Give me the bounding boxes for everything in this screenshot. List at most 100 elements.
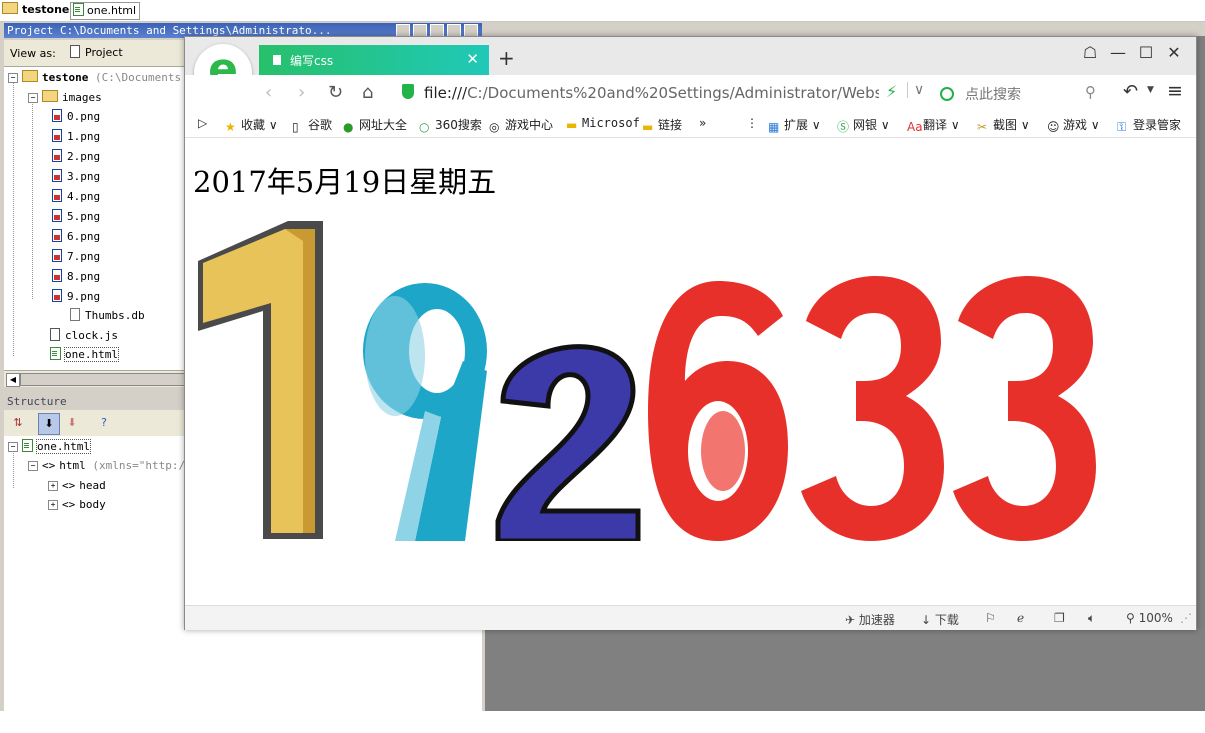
translate-button[interactable]: Aa翻译 ∨ bbox=[907, 116, 960, 134]
screenshot-button[interactable]: ✂ 截图 ∨ bbox=[977, 116, 1030, 134]
search-icon[interactable]: ⚲ bbox=[1085, 83, 1096, 101]
menu-icon[interactable]: ≡ bbox=[1167, 80, 1183, 102]
image-file-icon bbox=[52, 169, 62, 182]
close-tab-icon[interactable]: ✕ bbox=[466, 50, 479, 68]
autoscroll-to-source-icon[interactable]: ⬇ bbox=[38, 413, 60, 435]
tree-file-png[interactable]: 7.png bbox=[52, 248, 100, 266]
tree-file-png[interactable]: 3.png bbox=[52, 168, 100, 186]
accelerator-button[interactable]: ✈ 加速器 bbox=[845, 611, 895, 628]
tree-file-clock-js[interactable]: clock.js bbox=[50, 327, 118, 345]
skin-icon[interactable]: ☖ bbox=[1076, 43, 1104, 62]
resize-grip-icon[interactable]: ⋰ bbox=[1180, 611, 1192, 625]
digit-image bbox=[493, 221, 643, 541]
html-file-icon bbox=[22, 439, 33, 452]
collapse-icon[interactable]: − bbox=[8, 73, 18, 83]
tab-active[interactable]: 编写css ✕ bbox=[259, 45, 489, 75]
undo-icon[interactable]: ↶ bbox=[1123, 81, 1138, 102]
flag-icon[interactable]: ⚐ bbox=[985, 611, 996, 625]
folder-icon bbox=[42, 90, 58, 102]
maximize-icon[interactable]: ☐ bbox=[1132, 43, 1160, 62]
sidebar-toggle-icon[interactable]: ▷ bbox=[198, 116, 207, 130]
url-field[interactable]: file:///C:/Documents%20and%20Settings/Ad… bbox=[424, 84, 879, 102]
breadcrumb-file[interactable]: one.html bbox=[70, 2, 141, 20]
collapse-icon[interactable]: − bbox=[8, 442, 18, 452]
sort-alpha-icon[interactable]: ⇅ bbox=[8, 413, 28, 433]
caret-down-icon[interactable]: ▼ bbox=[1147, 85, 1154, 95]
bookmark-360-search[interactable]: ○ 360搜索 bbox=[419, 116, 482, 134]
scroll-thumb[interactable] bbox=[20, 373, 192, 386]
tree-file-png[interactable]: 5.png bbox=[52, 208, 100, 226]
structure-node-body[interactable]: + <> body bbox=[48, 496, 106, 514]
volume-icon[interactable]: 🔈︎ bbox=[1088, 611, 1095, 626]
login-manager-button[interactable]: ⚿ 登录管家 bbox=[1117, 116, 1181, 134]
tree-file-png[interactable]: 2.png bbox=[52, 148, 100, 166]
address-bar: ‹ › ↻ ⌂ file:///C:/Documents%20and%20Set… bbox=[185, 75, 1196, 112]
page-icon: ▯ bbox=[292, 120, 299, 134]
speed-mode-icon[interactable]: ⚡ bbox=[886, 82, 897, 101]
security-shield-icon[interactable] bbox=[402, 84, 414, 99]
file-icon bbox=[70, 308, 80, 321]
image-file-icon bbox=[52, 109, 62, 122]
tree-file-png[interactable]: 6.png bbox=[52, 228, 100, 246]
search-engine-icon: ○ bbox=[419, 120, 430, 134]
autoscroll-from-source-icon[interactable]: ⬇ bbox=[62, 413, 82, 433]
search-input[interactable]: 点此搜索 bbox=[965, 84, 1021, 104]
online-banking-button[interactable]: Ⓢ 网银 ∨ bbox=[837, 116, 890, 134]
ie-mode-icon[interactable]: ℯ bbox=[1017, 611, 1024, 625]
bookmark-google[interactable]: ▯ 谷歌 bbox=[292, 116, 332, 134]
more-bookmarks-icon[interactable]: » bbox=[699, 116, 706, 130]
collapse-icon[interactable]: − bbox=[28, 461, 38, 471]
tag-icon: <> bbox=[62, 498, 76, 511]
digit-image bbox=[643, 221, 793, 541]
editor-tab-strip bbox=[485, 22, 1205, 36]
expand-icon[interactable]: + bbox=[48, 481, 58, 491]
structure-node-file[interactable]: − one.html bbox=[8, 438, 91, 456]
tree-file-png[interactable]: 8.png bbox=[52, 268, 100, 286]
tree-file-png[interactable]: 9.png bbox=[52, 288, 100, 306]
search-engine-icon[interactable] bbox=[940, 87, 954, 101]
bank-icon: Ⓢ bbox=[837, 120, 850, 134]
tree-file-png[interactable]: 1.png bbox=[52, 128, 100, 146]
chevron-down-icon[interactable]: ∨ bbox=[907, 82, 924, 98]
image-file-icon bbox=[52, 129, 62, 142]
structure-node-head[interactable]: + <> head bbox=[48, 477, 106, 495]
extensions-button[interactable]: ▦ 扩展 ∨ bbox=[768, 116, 821, 134]
download-button[interactable]: ↓ 下载 bbox=[921, 611, 959, 628]
bookmark-hao123[interactable]: ● 网址大全 bbox=[343, 116, 407, 134]
tree-root-testone[interactable]: − testone (C:\Documents bbox=[8, 69, 181, 87]
collapse-icon[interactable]: − bbox=[28, 93, 38, 103]
close-window-icon[interactable]: ✕ bbox=[1160, 43, 1188, 62]
image-file-icon bbox=[52, 209, 62, 222]
breadcrumb-project[interactable]: testone bbox=[2, 2, 69, 18]
image-file-icon bbox=[52, 229, 62, 242]
home-icon[interactable]: ⌂ bbox=[362, 82, 373, 103]
scissors-icon: ✂ bbox=[977, 120, 988, 134]
image-file-icon bbox=[52, 249, 62, 262]
tree-folder-images[interactable]: − images bbox=[28, 89, 102, 107]
bookmark-favorites[interactable]: ★ 收藏 ∨ bbox=[225, 116, 278, 134]
bookmark-links[interactable]: ▬ 链接 bbox=[642, 116, 682, 134]
bookmark-games[interactable]: ◎ 游戏中心 bbox=[489, 116, 553, 134]
tree-file-thumbs[interactable]: Thumbs.db bbox=[70, 307, 145, 325]
tree-file-png[interactable]: 0.png bbox=[52, 108, 100, 126]
games-button[interactable]: ☺ 游戏 ∨ bbox=[1047, 116, 1100, 134]
site-icon: ● bbox=[343, 120, 354, 134]
new-tab-button[interactable]: + bbox=[498, 46, 515, 70]
structure-node-html[interactable]: − <> html (xmlns="http:// bbox=[28, 457, 192, 475]
help-icon[interactable]: ? bbox=[94, 413, 114, 433]
tree-file-one-html[interactable]: one.html bbox=[50, 346, 119, 364]
window-icon[interactable]: ❐ bbox=[1054, 611, 1065, 625]
bookmark-microsoft[interactable]: ▬ Microsof bbox=[566, 116, 640, 132]
zoom-button[interactable]: ⚲ 100% bbox=[1126, 611, 1173, 625]
view-as-select[interactable]: Project bbox=[70, 44, 123, 62]
forward-icon[interactable]: › bbox=[298, 82, 305, 103]
game-icon: ☺ bbox=[1047, 120, 1060, 134]
back-icon[interactable]: ‹ bbox=[265, 82, 272, 103]
minimize-icon[interactable]: — bbox=[1104, 43, 1132, 62]
expand-icon[interactable]: + bbox=[48, 500, 58, 510]
more-options-icon[interactable]: ⋮ bbox=[746, 116, 758, 130]
tree-file-png[interactable]: 4.png bbox=[52, 188, 100, 206]
scroll-left-icon[interactable]: ◀ bbox=[6, 373, 20, 387]
refresh-icon[interactable]: ↻ bbox=[328, 82, 343, 103]
browser-tab-strip: 编写css ✕ + ☖ — ☐ ✕ bbox=[185, 37, 1196, 75]
